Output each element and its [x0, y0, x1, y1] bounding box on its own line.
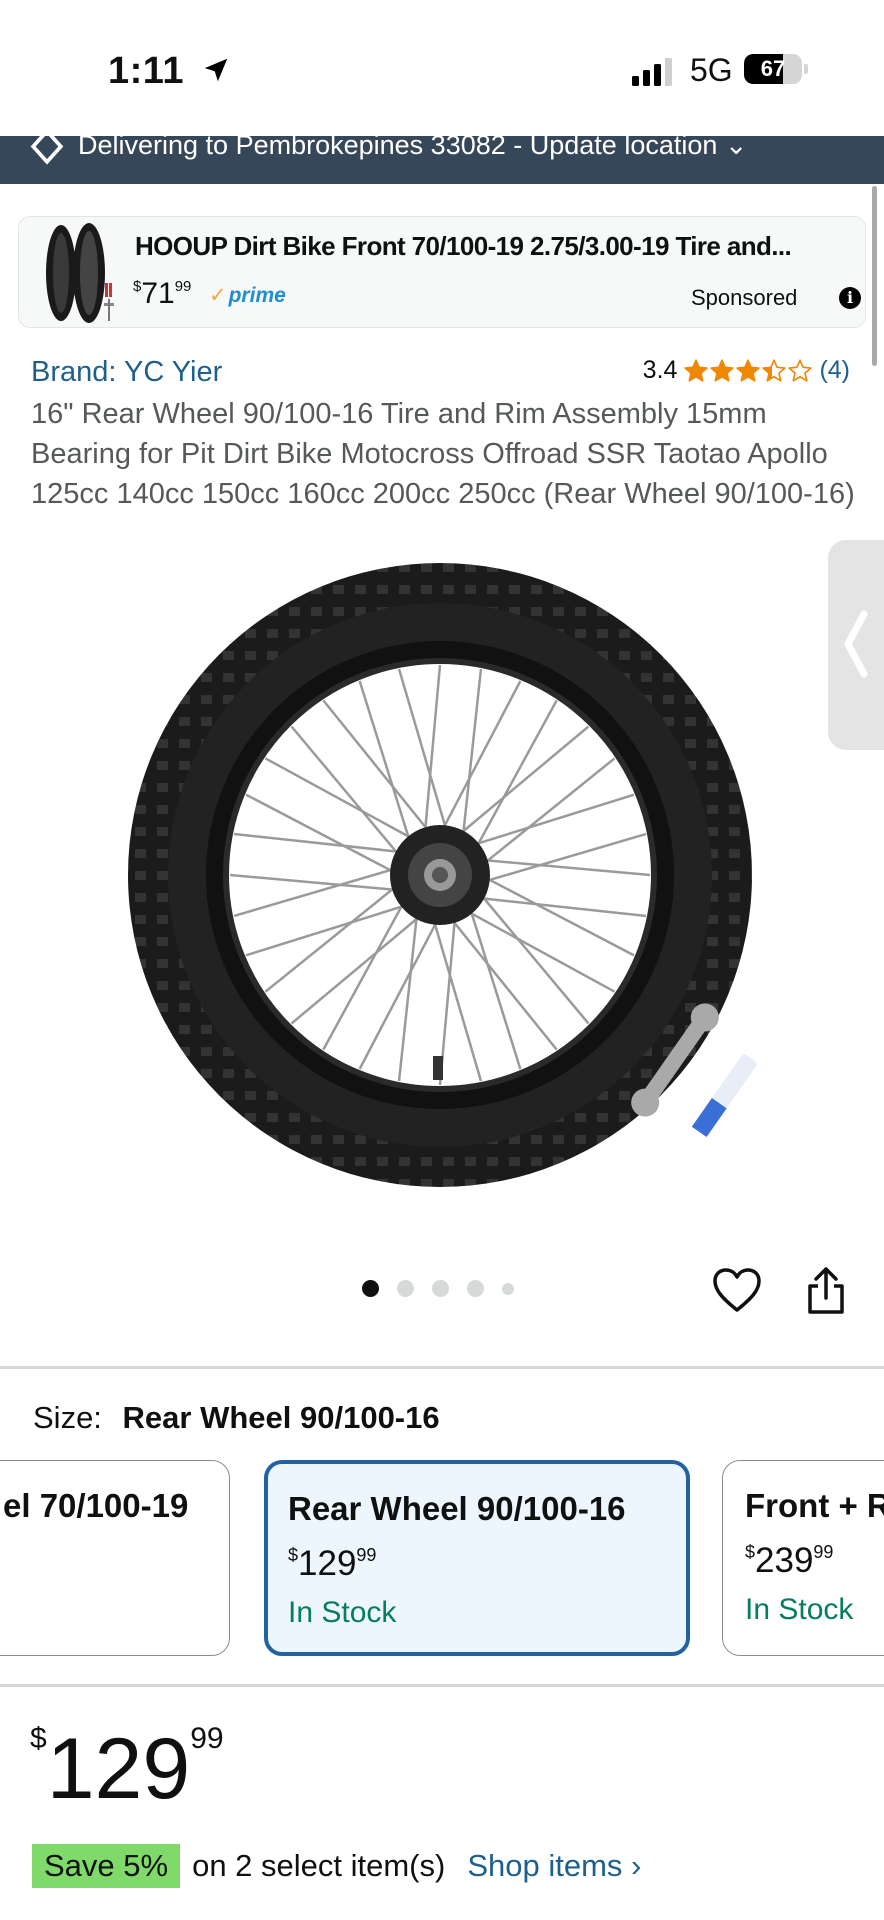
size-label: Size:	[33, 1400, 102, 1435]
clock-text: 1:11	[108, 50, 184, 92]
product-price: $12999	[30, 1720, 224, 1819]
carousel-dot[interactable]	[502, 1282, 514, 1295]
price-symbol: $	[288, 1545, 299, 1565]
price-fraction: 99	[813, 1542, 834, 1562]
rating-value: 3.4	[642, 356, 678, 384]
star-icon	[736, 358, 761, 382]
size-option-name: Rear Wheel 90/100-16	[288, 1490, 626, 1527]
carousel-dot[interactable]	[397, 1280, 414, 1297]
chevron-left-icon	[844, 610, 868, 678]
size-option-name: Front + R	[745, 1487, 884, 1524]
rating-stars	[683, 358, 813, 384]
image-carousel-dots[interactable]	[362, 1280, 514, 1297]
side-panel-tab[interactable]	[828, 540, 884, 750]
size-option-price: $23999	[745, 1541, 833, 1581]
size-selector-heading: Size: Rear Wheel 90/100-16	[33, 1400, 440, 1436]
carousel-dot[interactable]	[467, 1280, 484, 1297]
delivery-location-text[interactable]: Delivering to Pembrokepines 33082 - Upda…	[78, 136, 748, 161]
section-divider	[0, 1684, 884, 1687]
size-option-stock: In Stock	[745, 1593, 854, 1626]
size-option-name: el 70/100-19	[3, 1487, 189, 1524]
price-whole: 129	[46, 1721, 191, 1817]
heart-icon[interactable]	[712, 1268, 762, 1314]
price-fraction: 99	[356, 1545, 377, 1565]
star-icon	[684, 358, 709, 382]
sponsored-price-fraction: 99	[174, 278, 192, 295]
share-icon[interactable]	[804, 1266, 848, 1316]
star-icon	[710, 358, 735, 382]
sponsored-product-image	[46, 223, 114, 323]
sponsored-price: $7199	[133, 277, 191, 311]
prime-label: prime	[228, 284, 286, 307]
savings-text: on 2 select item(s)	[192, 1848, 446, 1883]
size-option-front-wheel[interactable]: el 70/100-19	[0, 1460, 230, 1656]
sponsored-product-title[interactable]: HOOUP Dirt Bike Front 70/100-19 2.75/3.0…	[135, 231, 792, 262]
price-whole: 129	[298, 1544, 357, 1583]
scrollbar[interactable]	[872, 186, 877, 366]
product-image[interactable]	[110, 560, 770, 1200]
shop-items-link[interactable]: Shop items ›	[467, 1848, 641, 1884]
price-symbol: $	[30, 1722, 47, 1755]
savings-row: Save 5% on 2 select item(s) Shop items ›	[32, 1844, 641, 1888]
cellular-signal-icon	[632, 58, 672, 86]
sponsored-price-whole: 71	[141, 277, 175, 310]
status-bar: 1:11 5G 67	[0, 0, 884, 136]
size-selected-value: Rear Wheel 90/100-16	[122, 1400, 440, 1435]
size-option-stock: In Stock	[288, 1596, 397, 1629]
price-whole: 239	[755, 1541, 814, 1580]
info-icon[interactable]: i	[839, 287, 861, 309]
status-time: 1:11	[108, 50, 231, 93]
location-arrow-icon	[204, 58, 228, 82]
star-icon	[762, 358, 787, 382]
sponsored-label: Sponsored	[691, 285, 798, 310]
brand-link[interactable]: Brand: YC Yier	[31, 356, 222, 389]
network-type: 5G	[690, 52, 733, 88]
battery-percent: 67	[760, 56, 786, 81]
price-fraction: 99	[190, 1722, 224, 1755]
price-symbol: $	[745, 1542, 756, 1562]
delivery-location-bar[interactable]: Delivering to Pembrokepines 33082 - Upda…	[0, 136, 884, 184]
product-title: 16" Rear Wheel 90/100-16 Tire and Rim As…	[31, 398, 855, 510]
save-badge: Save 5%	[32, 1844, 181, 1888]
battery-icon: 67	[744, 54, 802, 84]
carousel-dot[interactable]	[362, 1280, 379, 1297]
rating-summary[interactable]: 3.4 (4)	[643, 356, 850, 385]
sponsored-product-card[interactable]: HOOUP Dirt Bike Front 70/100-19 2.75/3.0…	[18, 216, 866, 328]
location-pin-icon	[30, 136, 64, 165]
size-option-rear-wheel[interactable]: Rear Wheel 90/100-16 $12999 In Stock	[264, 1460, 690, 1656]
star-icon	[788, 358, 813, 382]
size-option-price: $12999	[288, 1544, 376, 1584]
size-option-front-rear[interactable]: Front + R $23999 In Stock	[722, 1460, 884, 1656]
prime-badge: ✓prime	[209, 283, 286, 308]
section-divider	[0, 1366, 884, 1369]
review-count[interactable]: (4)	[819, 356, 850, 385]
battery-nub	[804, 64, 808, 74]
prime-check-icon: ✓	[209, 284, 227, 307]
carousel-dot[interactable]	[432, 1280, 449, 1297]
